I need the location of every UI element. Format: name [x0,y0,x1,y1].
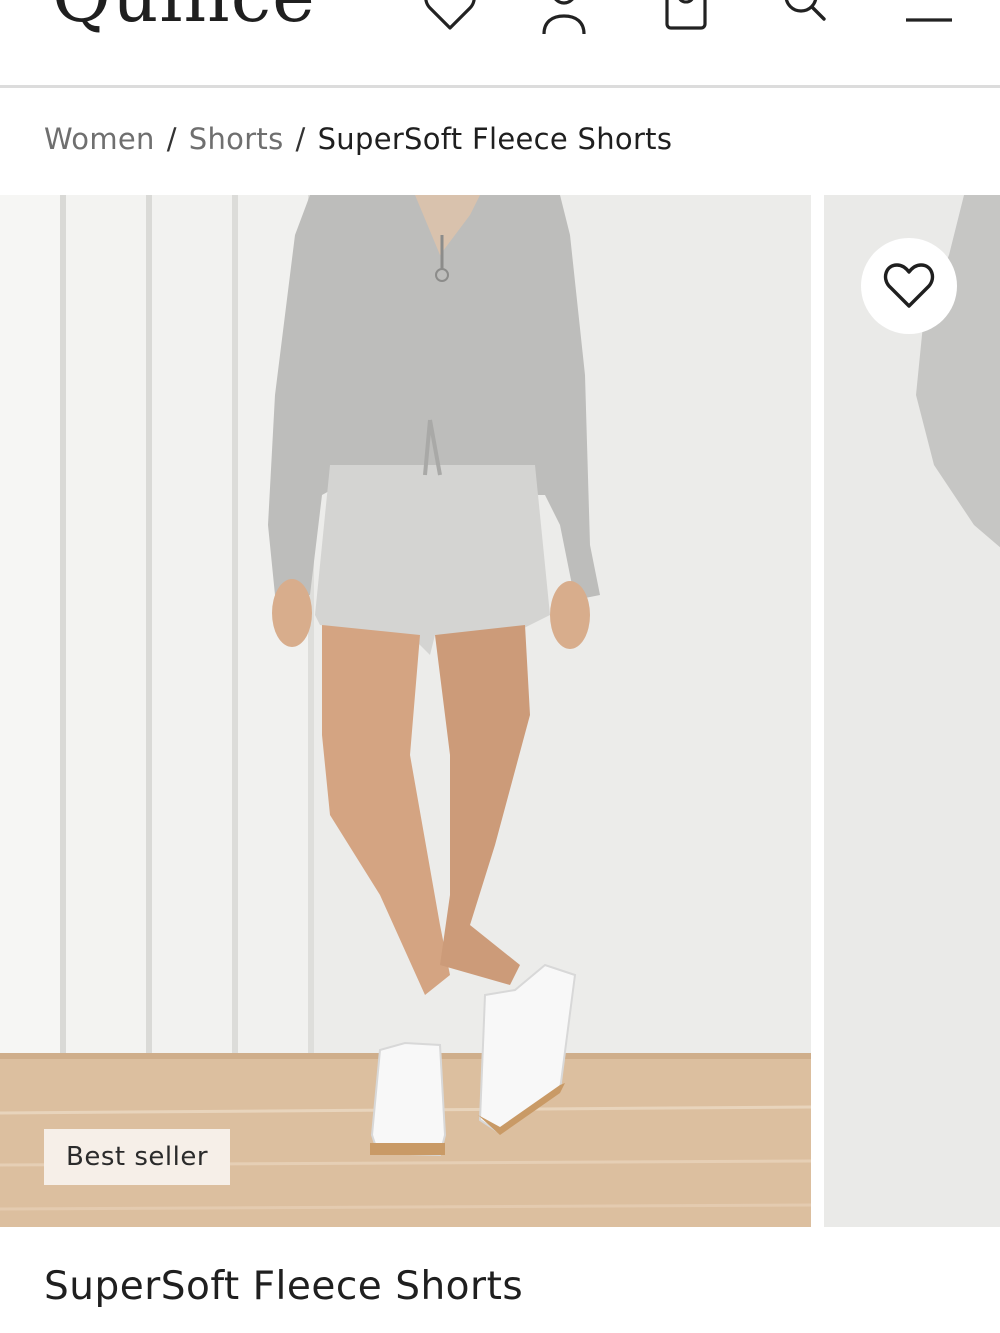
product-photo [0,195,811,1227]
breadcrumb: Women / Shorts / SuperSoft Fleece Shorts [44,122,672,156]
menu-icon[interactable] [900,0,960,38]
breadcrumb-current: SuperSoft Fleece Shorts [317,122,673,156]
breadcrumb-separator: / [295,122,306,156]
breadcrumb-link-women[interactable]: Women [44,122,155,156]
bag-icon[interactable] [656,0,716,38]
quince-logo[interactable]: Quince [52,0,316,32]
wishlist-button[interactable] [861,238,957,334]
best-seller-badge: Best seller [44,1129,231,1185]
heart-icon[interactable] [420,0,480,38]
heart-icon [883,263,935,308]
product-image-next[interactable] [824,195,1000,1227]
user-icon[interactable] [534,0,594,38]
product-gallery[interactable]: Best seller [0,195,1000,1227]
site-header: Quince [0,0,1000,88]
breadcrumb-link-shorts[interactable]: Shorts [189,122,284,156]
product-title: SuperSoft Fleece Shorts [44,1264,524,1309]
product-photo-next [824,195,1000,1227]
breadcrumb-separator: / [166,122,177,156]
search-icon[interactable] [774,0,834,38]
product-image-main[interactable]: Best seller [0,195,811,1227]
